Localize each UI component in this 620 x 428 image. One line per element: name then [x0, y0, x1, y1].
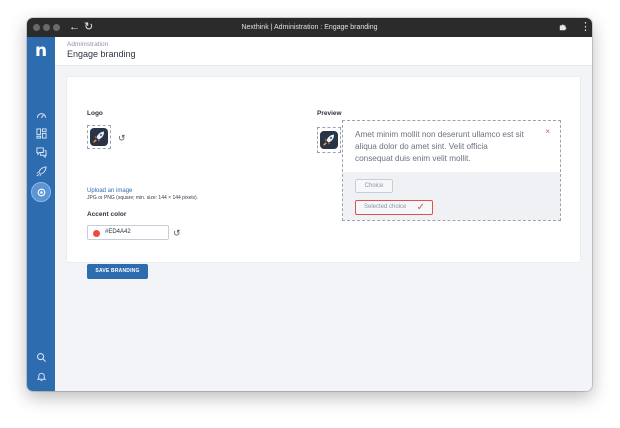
- user-icon[interactable]: [33, 389, 49, 391]
- preview-close-icon: ×: [545, 127, 550, 136]
- grid-layout-icon[interactable]: [33, 126, 49, 140]
- main-content: Administration Engage branding Logo ↺ Up…: [55, 37, 592, 391]
- rocket-logo-preview-image: [320, 131, 338, 149]
- preview-panel: Amet minim mollit non deserunt ullamco e…: [342, 120, 561, 221]
- dashboard-gauge-icon[interactable]: [33, 108, 49, 122]
- branding-card: Logo ↺ Upload an image JPG or PNG (squar…: [67, 77, 580, 279]
- bell-icon[interactable]: [33, 369, 49, 383]
- rocket-logo-image: [90, 128, 108, 146]
- logo-label: Logo: [87, 110, 103, 117]
- sidebar: n: [27, 37, 55, 391]
- browser-window: ← ↻ Nexthink | Administration : Engage b…: [27, 18, 592, 391]
- reset-logo-icon[interactable]: ↺: [118, 133, 126, 143]
- title-bar: ← ↻ Nexthink | Administration : Engage b…: [27, 18, 592, 37]
- preview-selected-choice: Selected choice ✓: [355, 200, 433, 215]
- accent-color-value: #ED4A42: [105, 229, 131, 235]
- logo-upload-dropzone[interactable]: [87, 125, 111, 149]
- chat-bubbles-icon[interactable]: [33, 145, 49, 159]
- puzzle-icon[interactable]: [559, 20, 567, 36]
- upload-hint: JPG or PNG (square; min. size: 144 × 144…: [87, 195, 199, 201]
- breadcrumb[interactable]: Administration: [67, 41, 108, 48]
- accent-color-label: Accent color: [87, 211, 127, 218]
- settings-gear-icon[interactable]: [31, 182, 51, 202]
- accent-color-swatch[interactable]: [93, 229, 100, 237]
- preview-choices: Choice Selected choice ✓: [343, 172, 560, 220]
- preview-choice-button: Choice: [355, 179, 393, 193]
- page-header: Administration Engage branding: [55, 37, 592, 66]
- preview-label: Preview: [317, 110, 342, 117]
- rocket-icon[interactable]: [33, 164, 49, 178]
- more-vertical-icon[interactable]: ⋮: [580, 20, 591, 35]
- page-title: Engage branding: [67, 49, 136, 59]
- save-branding-button[interactable]: SAVE BRANDING: [87, 264, 148, 279]
- search-icon[interactable]: [33, 350, 49, 364]
- window-title: Nexthink | Administration : Engage brand…: [241, 24, 378, 31]
- reset-color-icon[interactable]: ↺: [173, 228, 181, 238]
- selected-choice-label: Selected choice: [364, 204, 407, 210]
- nexthink-logo[interactable]: n: [33, 43, 49, 60]
- accent-color-input[interactable]: #ED4A42: [87, 225, 169, 240]
- preview-logo: [317, 127, 341, 153]
- upload-image-link[interactable]: Upload an image: [87, 188, 132, 194]
- check-icon: ✓: [416, 202, 425, 213]
- preview-message: Amet minim mollit non deserunt ullamco e…: [355, 130, 524, 163]
